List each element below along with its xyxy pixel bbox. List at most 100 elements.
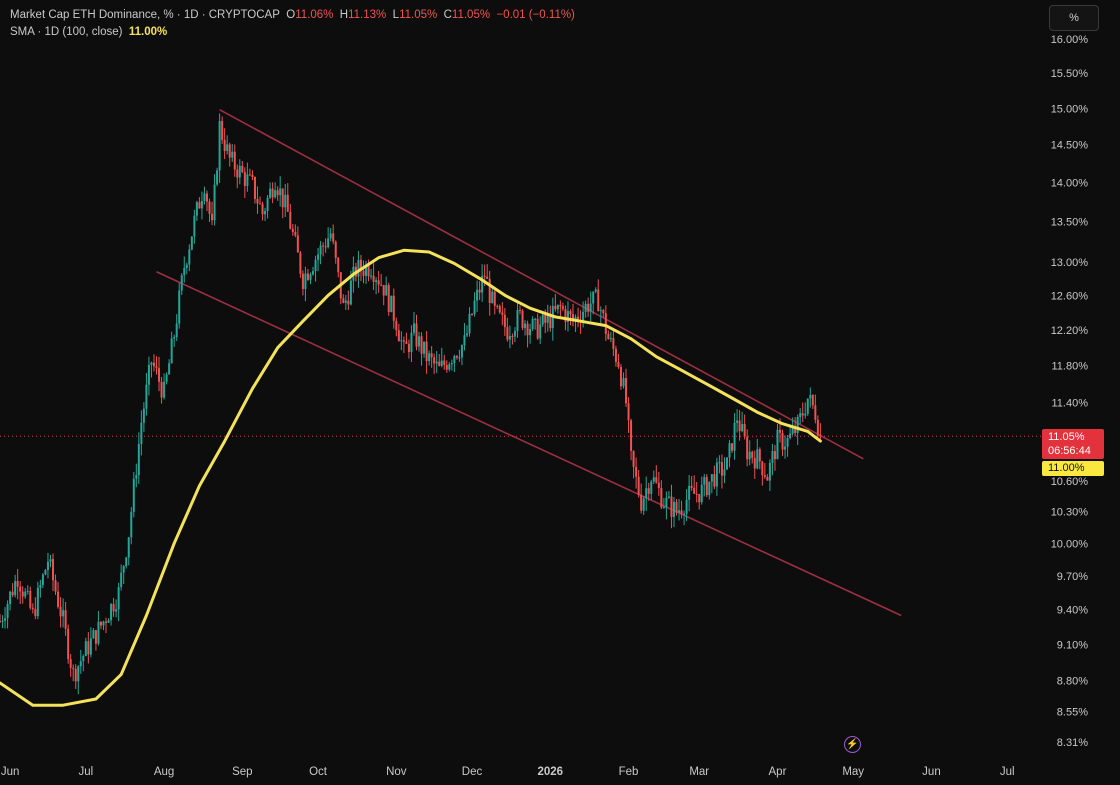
candle-body [395,320,398,331]
candle-body [438,361,441,366]
candle-body [433,357,436,364]
candle-body [491,291,494,303]
candle-body [503,314,506,328]
candle-body [476,289,479,301]
candle-body [332,233,335,242]
candle-body [269,188,272,198]
candle-body [19,586,22,592]
candle-countdown: 06:56:44 [1048,445,1091,457]
candle-body [546,315,549,323]
candle-body [619,366,622,387]
candle-body [39,585,42,588]
candle-body [309,274,312,280]
candle-body [324,246,327,248]
candle-body [349,280,352,305]
candle-body [112,604,115,612]
candle-body [178,290,181,324]
close-value: 11.05% [451,9,491,21]
candle-body [763,475,766,477]
candle-body [685,499,688,514]
candle-body [375,280,378,282]
y-tick-label: 9.10% [1057,640,1088,652]
candle-body [120,572,123,588]
candle-body [493,291,496,306]
candle-body [423,341,426,354]
chart-area[interactable]: 16.00% 15.50% 15.00% 14.50% 14.00% 13.50% 13.0… [0,0,1120,785]
candle-body [271,188,274,198]
y-tick-label: 10.60% [1051,476,1089,488]
candle-body [418,336,421,347]
candle-body [44,570,47,575]
candle-body [14,581,17,596]
candle-body [392,295,395,321]
candle-body [657,482,660,489]
x-tick-label: Jun [1,766,20,778]
candle-body [614,348,617,362]
candle-body [723,469,726,476]
candle-body [160,381,163,398]
candle-body [584,303,587,312]
x-tick-label: 2026 [537,766,563,778]
y-tick-label: 10.00% [1051,538,1089,550]
candle-body [728,443,731,458]
candle-body [554,305,557,310]
candle-body [652,477,655,482]
candle-body [4,618,7,621]
candle-body [52,559,55,581]
candle-body [453,355,456,364]
candle-body [390,295,393,313]
candle-body [460,345,463,358]
candle-body [506,327,509,340]
percent-scale-button[interactable]: % [1049,5,1099,31]
candle-body [223,139,226,151]
candle-body [211,213,214,221]
high-label: H [339,9,349,21]
candle-body [587,303,590,312]
candle-body [670,496,673,517]
y-tick-label: 12.60% [1051,290,1089,302]
candle-body [158,368,161,382]
candle-body [705,477,708,496]
ohlc-row: Market Cap ETH Dominance, % · 1D · CRYPT… [10,7,575,24]
candle-body [486,276,489,279]
y-tick-label: 8.31% [1057,737,1088,749]
lightning-bolt-icon[interactable]: ⚡ [844,736,861,753]
candle-body [322,245,325,247]
candle-body [751,451,754,459]
candle-body [0,621,1,623]
candle-body [173,336,176,339]
candle-body [675,501,678,513]
candle-body [99,621,102,626]
candle-body [698,493,701,503]
candle-body [536,318,539,339]
y-tick-label: 13.00% [1051,257,1089,269]
y-tick-label: 9.70% [1057,571,1088,583]
candle-body [367,265,370,277]
candle-body [450,363,453,365]
candle-body [604,313,607,334]
candle-body [208,201,211,214]
candle-body [329,233,332,239]
candle-body [198,202,201,209]
candle-body [501,312,504,315]
price-chart-svg[interactable]: 16.00% 15.50% 15.00% 14.50% 14.00% 13.50% 13.0… [0,0,1120,785]
candle-body [440,360,443,366]
candle-body [180,275,183,291]
y-tick-label: 13.50% [1051,216,1089,228]
candle-body [82,655,85,662]
candle-body [387,285,390,313]
candle-body [693,487,696,494]
candle-body [84,641,87,656]
candle-body [147,364,150,385]
candle-body [155,366,158,369]
candle-body [592,291,595,304]
candle-body [74,668,77,682]
candle-body [291,228,294,233]
candle-body [241,165,244,173]
candle-body [279,188,282,196]
candle-body [11,591,14,596]
candle-body [238,165,241,178]
candle-body [59,606,62,617]
candle-body [521,310,524,328]
candle-body [110,604,113,621]
